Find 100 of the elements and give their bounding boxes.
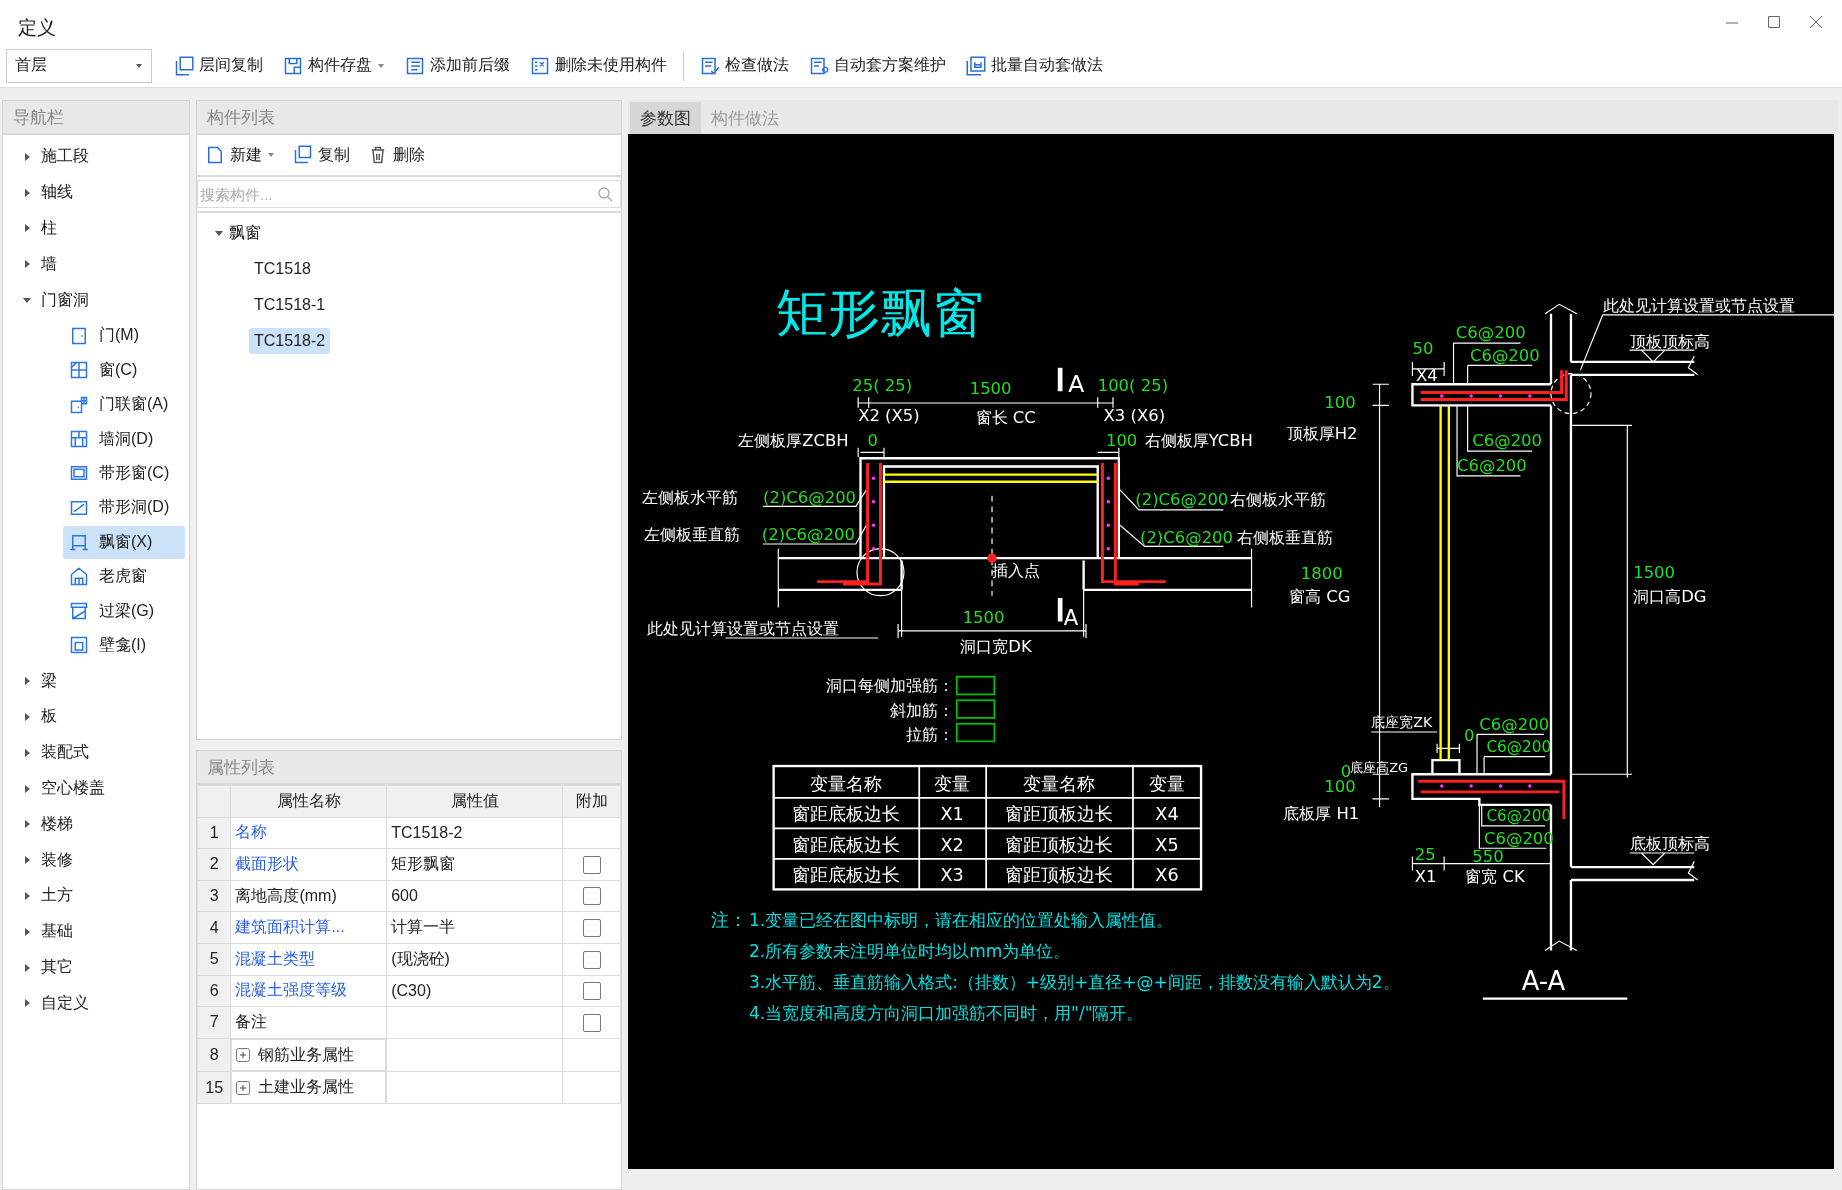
checkbox[interactable] <box>582 1013 601 1032</box>
checkbox[interactable] <box>582 887 601 906</box>
action-button[interactable]: 复制 <box>289 140 354 170</box>
action-button[interactable]: 新建 <box>201 140 279 170</box>
expand-icon[interactable] <box>236 1048 251 1063</box>
nav-item[interactable]: 墙 <box>3 246 189 283</box>
nav-item[interactable]: 梁 <box>3 663 189 700</box>
dimension-value: (2)C6@200 <box>1140 527 1233 547</box>
nav-item[interactable]: 老虎窗 <box>63 560 185 594</box>
property-link[interactable]: 建筑面积计算... <box>230 911 387 944</box>
component-item[interactable]: TC1518 <box>249 256 316 282</box>
property-link[interactable]: 名称 <box>230 817 387 849</box>
nav-item[interactable]: 施工段 <box>3 139 189 175</box>
component-icon <box>69 532 89 553</box>
input-box <box>955 699 996 719</box>
toolbar-icon <box>966 55 986 76</box>
nav-item[interactable]: 飘窗(X) <box>63 525 185 559</box>
column-header: 附加 <box>562 785 621 818</box>
nav-item[interactable]: 其它 <box>3 949 189 986</box>
property-value[interactable]: 矩形飘窗 <box>386 848 563 881</box>
checkbox[interactable] <box>582 950 601 969</box>
property-link[interactable]: 截面形状 <box>230 848 387 881</box>
drawing-label: 窗高 CG <box>1289 586 1351 606</box>
toolbar-icon <box>283 55 303 76</box>
action-button[interactable]: 删除 <box>364 140 429 170</box>
caret-icon <box>23 820 31 829</box>
toolbar-button[interactable]: 添加前后缀 <box>401 51 514 80</box>
property-group[interactable]: 钢筋业务属性 <box>231 1038 387 1072</box>
property-value[interactable]: (C30) <box>386 975 563 1007</box>
dimension-value: C6@200 <box>1455 323 1526 343</box>
search-icon[interactable] <box>597 186 613 202</box>
dimension-value: (2)C6@200 <box>1135 490 1229 510</box>
table-header: 变量名称 <box>810 773 883 794</box>
nav-item[interactable]: 土方 <box>3 878 189 914</box>
checkbox[interactable] <box>582 982 601 1001</box>
nav-item[interactable]: 门(M) <box>63 319 185 353</box>
maximize-icon[interactable] <box>1766 14 1782 30</box>
nav-item[interactable]: 壁龛(I) <box>63 628 185 662</box>
toolbar-button[interactable]: 自动套方案维护 <box>805 51 950 80</box>
nav-item[interactable]: 带形洞(D) <box>63 491 185 525</box>
dimension-value: C6@200 <box>1469 345 1540 365</box>
toolbar-button[interactable]: 检查做法 <box>696 51 793 80</box>
toolbar-button[interactable]: 层间复制 <box>170 51 267 80</box>
nav-item[interactable]: 门窗洞 <box>3 282 189 318</box>
tab[interactable]: 参数图 <box>630 102 701 134</box>
caret-icon <box>377 61 385 70</box>
caret-icon <box>23 999 31 1008</box>
nav-item[interactable]: 柱 <box>3 210 189 247</box>
tree-group[interactable]: 飘窗 <box>197 215 621 251</box>
nav-item[interactable]: 板 <box>3 699 189 735</box>
nav-item[interactable]: 门联窗(A) <box>63 388 185 422</box>
expand-icon[interactable] <box>236 1080 251 1095</box>
row-number: 2 <box>197 848 231 881</box>
component-item[interactable]: TC1518-2 <box>249 328 331 354</box>
search-field[interactable]: 搜索构件... <box>197 180 621 208</box>
table-header: 变量名称 <box>1022 773 1095 794</box>
property-value[interactable]: 600 <box>386 880 563 912</box>
dimension-value: 0 <box>867 431 878 451</box>
toolbar-button[interactable]: 构件存盘 <box>279 51 389 80</box>
property-link[interactable]: 混凝土强度等级 <box>230 975 387 1007</box>
nav-item[interactable]: 基础 <box>3 913 189 950</box>
nav-item[interactable]: 空心楼盖 <box>3 770 189 807</box>
nav-item[interactable]: 楼梯 <box>3 806 189 843</box>
toolbar-button[interactable]: 批量自动套做法 <box>962 51 1107 80</box>
input-label: 斜加筋： <box>890 700 955 720</box>
nav-item[interactable]: 装配式 <box>3 734 189 771</box>
window-title: 定义 <box>18 16 56 40</box>
nav-item[interactable]: 轴线 <box>3 174 189 211</box>
component-item[interactable]: TC1518-1 <box>249 292 331 318</box>
floor-dropdown[interactable]: 首层 <box>6 48 152 83</box>
nav-item[interactable]: 墙洞(D) <box>63 422 185 456</box>
drawing-label: 窗宽 CK <box>1465 867 1525 887</box>
caret-icon <box>267 151 275 159</box>
toolbar-icon <box>405 55 425 76</box>
nav-item[interactable]: 窗(C) <box>63 353 185 387</box>
panel-title: 属性列表 <box>197 751 621 785</box>
drawing-label: 洞口高DG <box>1633 586 1707 606</box>
dimension-value: 1500 <box>962 607 1005 627</box>
dimension-value: 25 <box>1414 845 1436 865</box>
drawing-label: 右侧板水平筋 <box>1230 490 1327 510</box>
dimension-value: 1500 <box>1633 563 1676 583</box>
checkbox[interactable] <box>582 919 601 938</box>
toolbar-button[interactable]: 删除未使用构件 <box>526 51 671 80</box>
property-value[interactable]: (现浇砼) <box>386 943 563 976</box>
nav-item[interactable]: 过梁(G) <box>63 594 185 628</box>
property-value[interactable]: TC1518-2 <box>386 817 563 849</box>
nav-item[interactable]: 自定义 <box>3 985 189 1022</box>
close-icon[interactable] <box>1808 14 1824 30</box>
property-value[interactable]: 计算一半 <box>386 911 563 944</box>
drawing-label: X1 <box>1414 867 1437 887</box>
nav-item[interactable]: 带形窗(C) <box>63 456 185 490</box>
property-link[interactable]: 混凝土类型 <box>230 943 387 976</box>
caret-icon <box>23 188 31 197</box>
caret-icon <box>23 963 31 972</box>
property-group[interactable]: 土建业务属性 <box>231 1071 387 1104</box>
checkbox[interactable] <box>582 855 601 874</box>
nav-item[interactable]: 装修 <box>3 842 189 879</box>
row-number: 1 <box>197 817 231 849</box>
row-number: 15 <box>197 1071 231 1104</box>
table-cell: 窗距顶板边长 <box>1005 834 1113 855</box>
